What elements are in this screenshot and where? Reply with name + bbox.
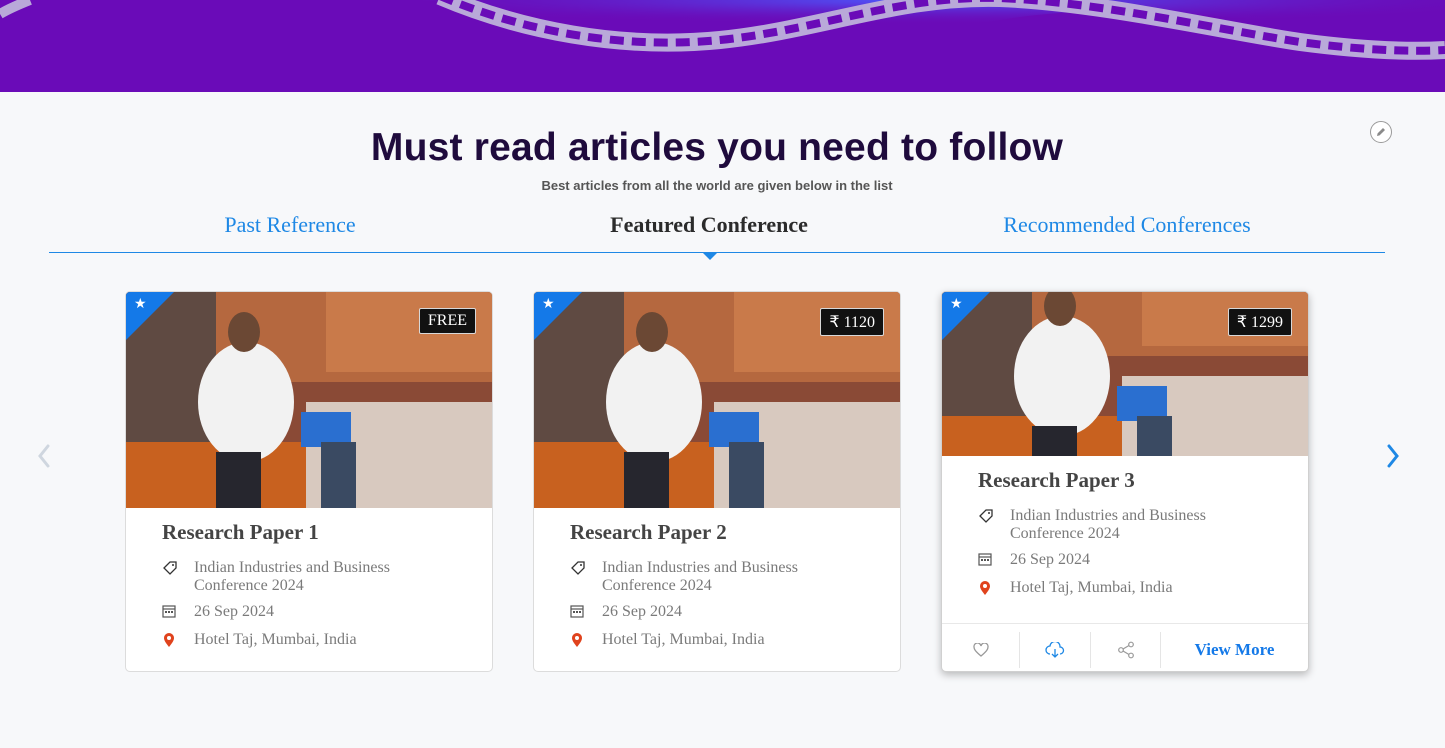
event-date: 26 Sep 2024 [194, 603, 274, 620]
card-conference: Indian Industries and Business Conferenc… [978, 507, 1284, 543]
page-subtitle: Best articles from all the world are giv… [541, 178, 893, 193]
calendar-icon [162, 605, 176, 618]
article-card[interactable]: ★ ₹ 1299 Research Paper 3 Indian Industr… [941, 291, 1309, 672]
card-date: 26 Sep 2024 [978, 551, 1284, 571]
conference-name: Indian Industries and Business Conferenc… [602, 559, 798, 594]
page-title: Must read articles you need to follow [370, 126, 1064, 169]
tag-icon [163, 561, 177, 575]
card-conference: Indian Industries and Business Conferenc… [570, 559, 876, 595]
price-badge: ₹ 1120 [820, 308, 884, 336]
tag-icon [979, 509, 993, 523]
map-pin-icon [572, 633, 582, 647]
conference-name: Indian Industries and Business Conferenc… [194, 559, 390, 594]
calendar-icon [978, 553, 992, 566]
carousel-prev-button[interactable] [34, 442, 56, 470]
map-pin-icon [164, 633, 174, 647]
card-location: Hotel Taj, Mumbai, India [978, 579, 1284, 601]
card-title[interactable]: Research Paper 1 [162, 520, 468, 545]
share-button[interactable] [1091, 631, 1161, 668]
card-title[interactable]: Research Paper 3 [978, 468, 1284, 493]
view-more-label: View More [1194, 639, 1275, 659]
download-button[interactable] [1020, 631, 1091, 668]
price-badge: ₹ 1299 [1227, 308, 1292, 336]
cloud-download-icon [1045, 641, 1065, 658]
chevron-left-icon [38, 444, 50, 468]
active-tab-indicator [702, 252, 718, 260]
hero-banner [0, 0, 1445, 92]
card-image[interactable]: ★ ₹ 1299 [942, 292, 1308, 456]
card-actions: View More [942, 623, 1308, 671]
heart-icon [972, 642, 989, 657]
card-date: 26 Sep 2024 [162, 603, 468, 623]
calendar-icon [570, 605, 584, 618]
price-badge: FREE [418, 308, 476, 334]
event-date: 26 Sep 2024 [602, 603, 682, 620]
card-image[interactable]: ★ FREE [126, 292, 492, 508]
like-button[interactable] [942, 631, 1020, 668]
card-title[interactable]: Research Paper 2 [570, 520, 876, 545]
card-location: Hotel Taj, Mumbai, India [162, 631, 468, 653]
card-conference: Indian Industries and Business Conferenc… [162, 559, 468, 595]
card-date: 26 Sep 2024 [570, 603, 876, 623]
tag-icon [571, 561, 585, 575]
conference-name: Indian Industries and Business Conferenc… [1010, 507, 1206, 542]
tab-bar: Past Reference Featured Conference Recom… [49, 210, 1385, 260]
star-icon: ★ [950, 296, 963, 312]
event-location: Hotel Taj, Mumbai, India [602, 631, 765, 648]
card-image[interactable]: ★ ₹ 1120 [534, 292, 900, 508]
card-location: Hotel Taj, Mumbai, India [570, 631, 876, 653]
event-date: 26 Sep 2024 [1010, 551, 1090, 568]
chevron-right-icon [1387, 444, 1399, 468]
map-pin-icon [980, 581, 990, 595]
article-card[interactable]: ★ FREE Research Paper 1 Indian Industrie… [125, 291, 493, 672]
tab-featured-conference[interactable]: Featured Conference [610, 212, 808, 238]
tab-recommended-conferences[interactable]: Recommended Conferences [1003, 212, 1250, 238]
event-location: Hotel Taj, Mumbai, India [1010, 579, 1173, 596]
view-more-button[interactable]: View More [1161, 632, 1308, 668]
carousel-next-button[interactable] [1382, 442, 1404, 470]
articles-section: Must read articles you need to follow Be… [0, 92, 1445, 748]
article-card[interactable]: ★ ₹ 1120 Research Paper 2 Indian Industr… [533, 291, 901, 672]
tab-past-reference[interactable]: Past Reference [224, 212, 355, 238]
share-icon [1117, 641, 1134, 658]
event-location: Hotel Taj, Mumbai, India [194, 631, 357, 648]
star-icon: ★ [134, 296, 147, 312]
star-icon: ★ [542, 296, 555, 312]
